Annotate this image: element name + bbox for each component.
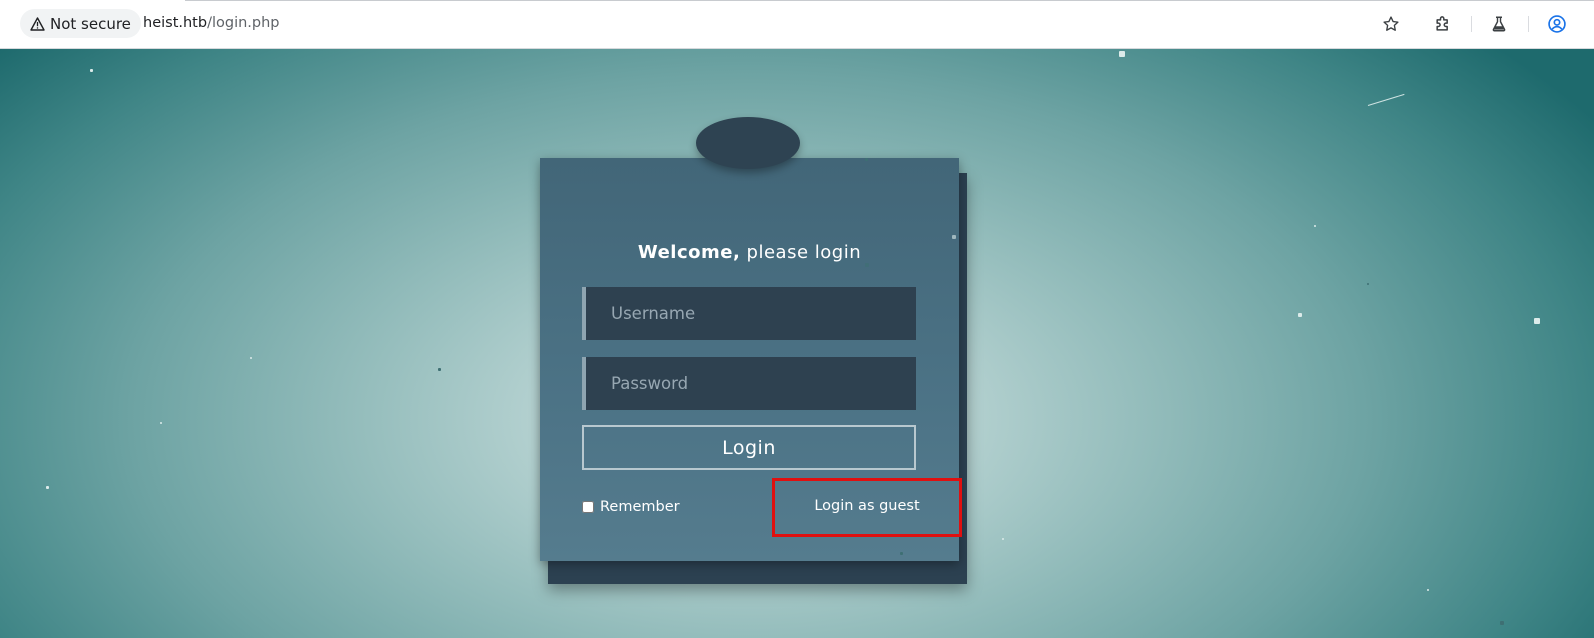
url-text[interactable]: heist.htb/login.php <box>143 15 280 31</box>
background-particle <box>160 422 162 424</box>
remember-label: Remember <box>600 499 680 515</box>
background-particle <box>865 263 869 267</box>
login-page: Welcome, please login Login Remember Log… <box>0 49 1594 638</box>
welcome-heading: Welcome, please login <box>540 242 959 263</box>
background-particle <box>90 69 93 72</box>
username-input[interactable] <box>582 287 916 340</box>
toolbar-divider <box>1471 16 1472 32</box>
address-bar[interactable]: Not secure heist.htb/login.php <box>20 7 1415 40</box>
background-particle <box>46 486 49 489</box>
background-particle <box>438 368 441 371</box>
background-particle <box>1367 283 1369 285</box>
tab-strip-edge <box>185 0 1594 1</box>
background-particle <box>952 235 956 239</box>
background-particle <box>1534 318 1540 324</box>
warning-icon <box>30 16 45 31</box>
background-particle <box>1500 621 1504 625</box>
avatar-placeholder <box>696 117 800 169</box>
password-input[interactable] <box>582 357 916 410</box>
browser-toolbar: Not secure heist.htb/login.php <box>0 0 1594 49</box>
background-particle <box>1119 51 1125 57</box>
welcome-bold: Welcome, <box>637 242 741 263</box>
remember-checkbox[interactable] <box>582 501 594 513</box>
background-particle <box>1002 538 1004 540</box>
toolbar-divider <box>1528 16 1529 32</box>
security-indicator[interactable]: Not secure <box>20 9 141 38</box>
labs-flask-icon[interactable] <box>1488 13 1510 35</box>
background-particle <box>1298 313 1302 317</box>
background-particle <box>1314 225 1316 227</box>
background-streak <box>1367 93 1405 106</box>
extensions-icon[interactable] <box>1432 13 1454 35</box>
login-button[interactable]: Login <box>582 425 916 470</box>
background-particle <box>250 357 252 359</box>
login-as-guest-link[interactable]: Login as guest <box>772 498 962 514</box>
profile-avatar-icon[interactable] <box>1546 13 1568 35</box>
url-path: /login.php <box>207 15 280 31</box>
security-label: Not secure <box>50 14 131 33</box>
remember-checkbox-label[interactable]: Remember <box>582 499 680 515</box>
url-host: heist.htb <box>143 15 208 31</box>
welcome-rest: please login <box>740 242 862 263</box>
background-particle <box>865 158 868 161</box>
bookmark-star-icon[interactable] <box>1380 13 1402 35</box>
background-particle <box>1427 589 1429 591</box>
background-particle <box>900 552 903 555</box>
